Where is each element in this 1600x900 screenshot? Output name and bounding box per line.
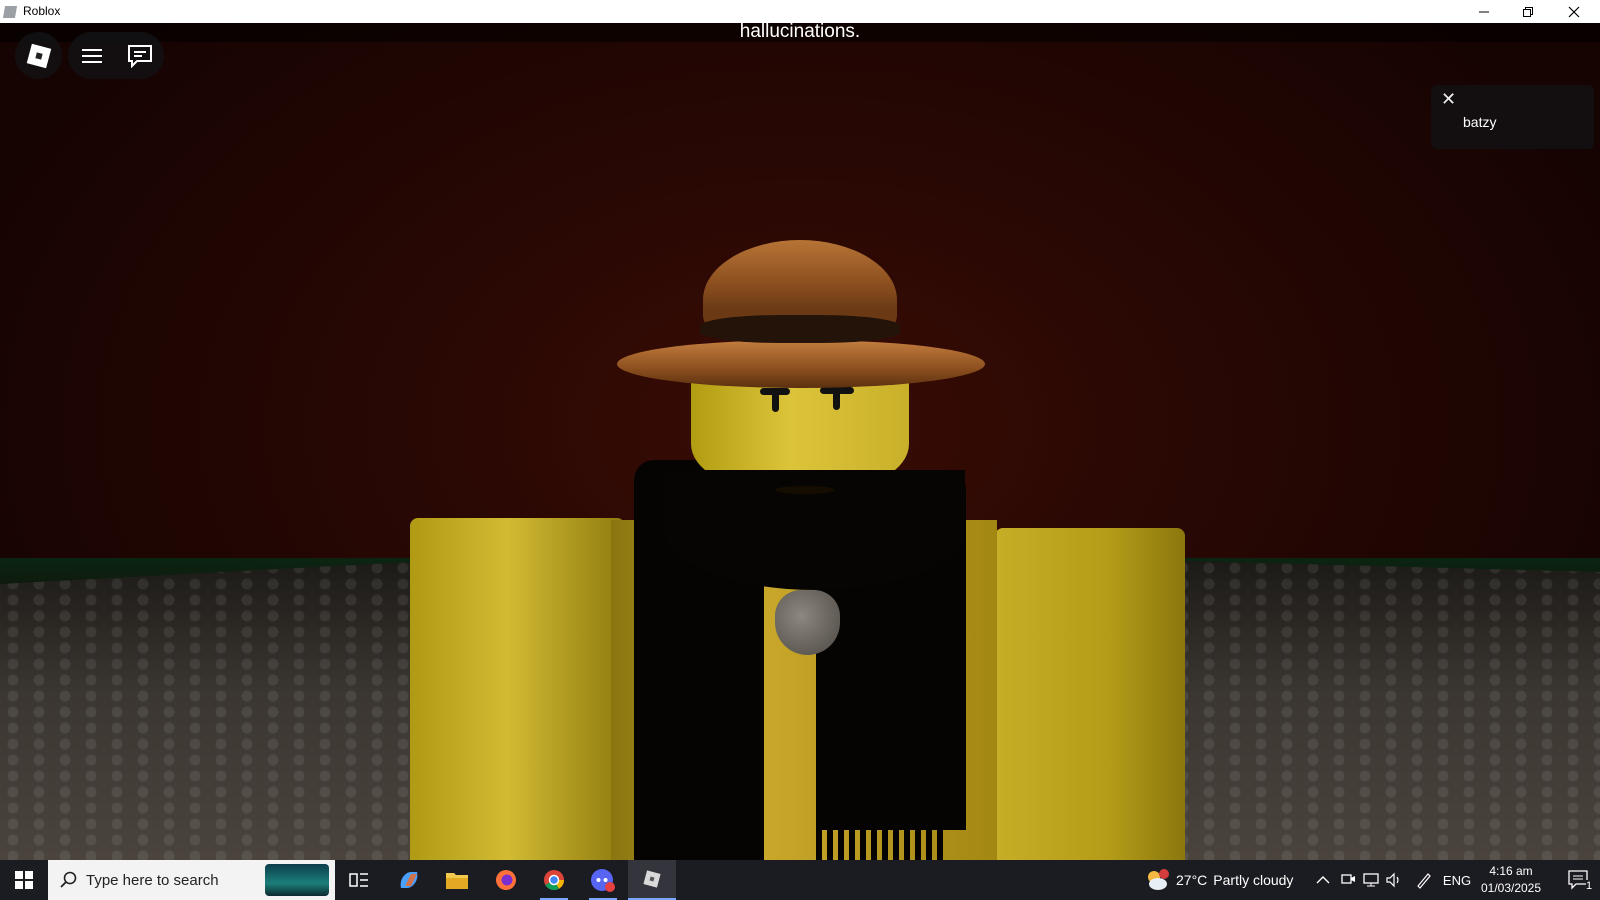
- roblox-topbar-group: [68, 32, 164, 79]
- search-placeholder: Type here to search: [86, 871, 219, 889]
- chrome-button[interactable]: [530, 860, 578, 900]
- minimize-icon: [1479, 11, 1489, 12]
- pen-icon: [1417, 873, 1431, 889]
- network-button[interactable]: [1360, 860, 1382, 900]
- search-icon: [60, 871, 77, 888]
- close-icon: [1568, 6, 1580, 17]
- pen-workspace-button[interactable]: [1412, 860, 1436, 900]
- roblox-logo-icon: [26, 43, 51, 68]
- file-explorer-button[interactable]: [433, 860, 481, 900]
- network-icon: [1363, 873, 1379, 887]
- start-button[interactable]: [0, 860, 48, 900]
- window-title-bar: Roblox: [0, 0, 1600, 23]
- weather-widget[interactable]: 27°C Partly cloudy: [1144, 860, 1293, 900]
- studded-floor: [0, 560, 1600, 860]
- discord-icon: [591, 869, 615, 892]
- task-view-button[interactable]: [335, 860, 383, 900]
- copilot-button[interactable]: [385, 860, 433, 900]
- notification-center-button[interactable]: 1: [1558, 860, 1600, 900]
- clock-time: 4:16 am: [1489, 864, 1533, 878]
- windows-taskbar: Type here to search 27°C Partly cloudy E…: [0, 860, 1600, 900]
- volume-button[interactable]: [1383, 860, 1405, 900]
- firefox-icon: [496, 870, 516, 890]
- show-hidden-icons-button[interactable]: [1312, 860, 1334, 900]
- notification-count: 1: [1586, 880, 1593, 892]
- partly-cloudy-icon: [1148, 869, 1169, 890]
- restore-button[interactable]: [1506, 0, 1550, 23]
- player-list-panel: ✕ batzy: [1431, 85, 1594, 149]
- weather-temperature: 27°C: [1176, 872, 1208, 888]
- close-player-list-icon[interactable]: ✕: [1441, 89, 1456, 110]
- taskbar-clock[interactable]: 4:16 am 01/03/2025: [1476, 863, 1546, 897]
- search-highlight-image: [265, 864, 329, 896]
- roblox-taskbar-button[interactable]: [628, 860, 676, 900]
- close-button[interactable]: [1552, 0, 1596, 23]
- restore-icon: [1523, 6, 1533, 17]
- file-explorer-icon: [446, 873, 468, 889]
- speaker-icon: [1386, 872, 1399, 888]
- chevron-up-icon: [1316, 876, 1330, 884]
- dialogue-caption: hallucinations.: [739, 21, 861, 42]
- minimize-button[interactable]: [1462, 0, 1506, 23]
- game-viewport[interactable]: [0, 23, 1600, 860]
- roblox-menu-button[interactable]: [15, 32, 62, 79]
- taskbar-search-box[interactable]: Type here to search: [48, 860, 335, 900]
- copilot-icon: [400, 872, 418, 888]
- firefox-button[interactable]: [482, 860, 530, 900]
- roblox-icon: [643, 870, 661, 888]
- weather-condition: Partly cloudy: [1213, 872, 1294, 888]
- input-language-indicator[interactable]: ENG: [1440, 860, 1474, 900]
- webcam-icon: [1341, 874, 1355, 884]
- window-title: Roblox: [23, 4, 61, 18]
- chrome-icon: [544, 870, 565, 891]
- discord-button[interactable]: [579, 860, 627, 900]
- meet-now-button[interactable]: [1337, 860, 1359, 900]
- roblox-app-icon: [2, 6, 18, 18]
- task-view-icon: [349, 873, 368, 887]
- hamburger-menu-icon[interactable]: [80, 46, 104, 66]
- windows-logo-icon: [15, 871, 33, 889]
- player-name[interactable]: batzy: [1463, 114, 1496, 130]
- chat-icon[interactable]: [127, 44, 153, 68]
- clock-date: 01/03/2025: [1480, 881, 1542, 895]
